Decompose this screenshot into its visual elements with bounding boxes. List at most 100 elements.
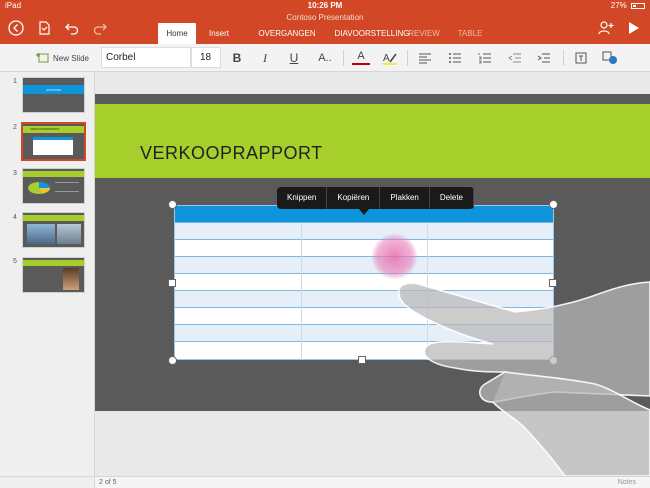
text-box-icon [575,52,587,64]
new-slide-button[interactable]: New Slide [30,48,94,68]
numbering-button[interactable] [476,48,494,68]
align-left-button[interactable] [416,48,434,68]
slide-title[interactable]: VERKOOPRAPPORT [140,143,323,164]
tab-overgangen[interactable]: OVERGANGEN [254,23,320,44]
thumbnail-photo [63,268,79,290]
font-color-button[interactable]: A [352,49,370,65]
notes-button[interactable]: Notes [618,477,636,488]
slide-thumbnail-3[interactable] [22,168,85,204]
more-font-options-button[interactable]: A.. [314,48,336,68]
play-icon [629,22,639,34]
table-row[interactable] [175,257,553,274]
tab-diavoorstelling[interactable]: DIAVOORSTELLING [334,23,410,44]
slide-top-strip [95,94,650,104]
back-arrow-icon [8,20,24,36]
slide-thumbnail-4[interactable] [22,212,85,248]
thumbnail-number: 2 [13,124,17,131]
underline-button[interactable]: U [285,48,303,68]
new-slide-icon [35,53,49,63]
font-size-field[interactable]: 18 [191,47,221,68]
slide-thumbnail-1[interactable]: CONTOSO [22,77,85,113]
file-icon [39,21,50,35]
pie-chart-thumbnail [28,182,51,194]
status-footer: 2 of 5 Notes [95,476,650,488]
resize-handle-bottom-left[interactable] [168,356,177,365]
thumbnail-band [23,171,84,177]
battery-icon [631,2,645,9]
slide-thumbnail-2[interactable]: VERKOOPRAPPORT [21,122,86,161]
resize-handle-top-right[interactable] [549,200,558,209]
thumbnail-title: CONTOSO [45,88,62,92]
new-slide-label: New Slide [52,53,89,63]
thumbnail-photo [57,224,81,244]
powerpoint-app: iPad 10:26 PM 27% Contoso Presentation H… [0,0,650,488]
undo-button[interactable] [62,18,82,38]
highlight-button[interactable]: A [380,48,400,68]
home-toolbar: New Slide Corbel 18 B I U A.. A A [0,44,650,72]
table-row[interactable] [175,223,553,240]
tab-review[interactable]: REVIEW [406,23,442,44]
thumbnail-number: 3 [13,170,17,177]
thumbnail-band [23,260,84,266]
tab-table[interactable]: TABLE [450,23,490,44]
slide-thumbnail-pane: 1 CONTOSO 2 VERKOOPRAPPORT 3 4 5 [0,72,95,476]
text-box-button[interactable] [572,48,590,68]
shapes-icon [602,51,617,64]
table-column-divider [427,223,428,360]
ios-status-bar: iPad 10:26 PM 27% [0,0,650,11]
table-row[interactable] [175,274,553,291]
thumbnail-text-lines [55,182,79,192]
context-menu-pointer [359,209,369,215]
outdent-icon [508,53,521,63]
italic-button[interactable]: I [256,48,274,68]
shapes-button[interactable] [600,48,620,68]
thumbnail-pane-footer [0,476,95,488]
tab-home[interactable]: Home [158,23,196,44]
toolbar-divider [563,50,564,66]
highlighter-icon: A [383,53,397,65]
copy-menu-item[interactable]: Kopiëren [327,187,381,209]
selected-table[interactable] [174,205,554,360]
bullet-list-icon [449,53,461,63]
align-left-icon [419,53,431,64]
context-menu: Knippen Kopiëren Plakken Delete [277,187,474,215]
ribbon-title-bar: Contoso Presentation Home Insert OVERGAN… [0,11,650,44]
redo-button[interactable] [90,18,110,38]
table-row[interactable] [175,291,553,308]
thumbnail-photo [27,224,55,244]
increase-indent-button[interactable] [535,48,553,68]
cut-menu-item[interactable]: Knippen [277,187,328,209]
table-row[interactable] [175,240,553,257]
clock: 10:26 PM [307,1,343,10]
file-menu-button[interactable] [34,18,54,38]
current-slide: VERKOOPRAPPORT Knippen Kopiëren Plakken … [95,94,650,411]
slide-page-indicator: 2 of 5 [99,479,117,486]
table-row[interactable] [175,308,553,325]
indent-icon [537,53,550,63]
thumbnail-band [23,215,84,221]
tab-insert[interactable]: Insert [201,23,237,44]
decrease-indent-button[interactable] [506,48,524,68]
thumbnail-number: 5 [13,258,17,265]
resize-handle-right[interactable] [549,279,557,287]
table-column-divider [301,223,302,360]
bullets-button[interactable] [446,48,464,68]
slide-thumbnail-5[interactable] [22,257,85,293]
play-slideshow-button[interactable] [624,18,644,38]
bold-button[interactable]: B [228,48,246,68]
resize-handle-left[interactable] [168,279,176,287]
paste-menu-item[interactable]: Plakken [380,187,430,209]
resize-handle-bottom[interactable] [358,356,366,364]
resize-handle-top-left[interactable] [168,200,177,209]
share-button[interactable] [596,18,616,38]
delete-menu-item[interactable]: Delete [430,187,474,209]
undo-icon [65,23,79,35]
add-person-icon [598,21,614,35]
svg-text:A: A [383,53,390,64]
thumbnail-title: VERKOOPRAPPORT [30,127,60,131]
resize-handle-bottom-right[interactable] [549,356,558,365]
table-row[interactable] [175,325,553,342]
numbered-list-icon [478,53,491,64]
font-name-field[interactable]: Corbel [101,47,191,68]
back-button[interactable] [6,18,26,38]
